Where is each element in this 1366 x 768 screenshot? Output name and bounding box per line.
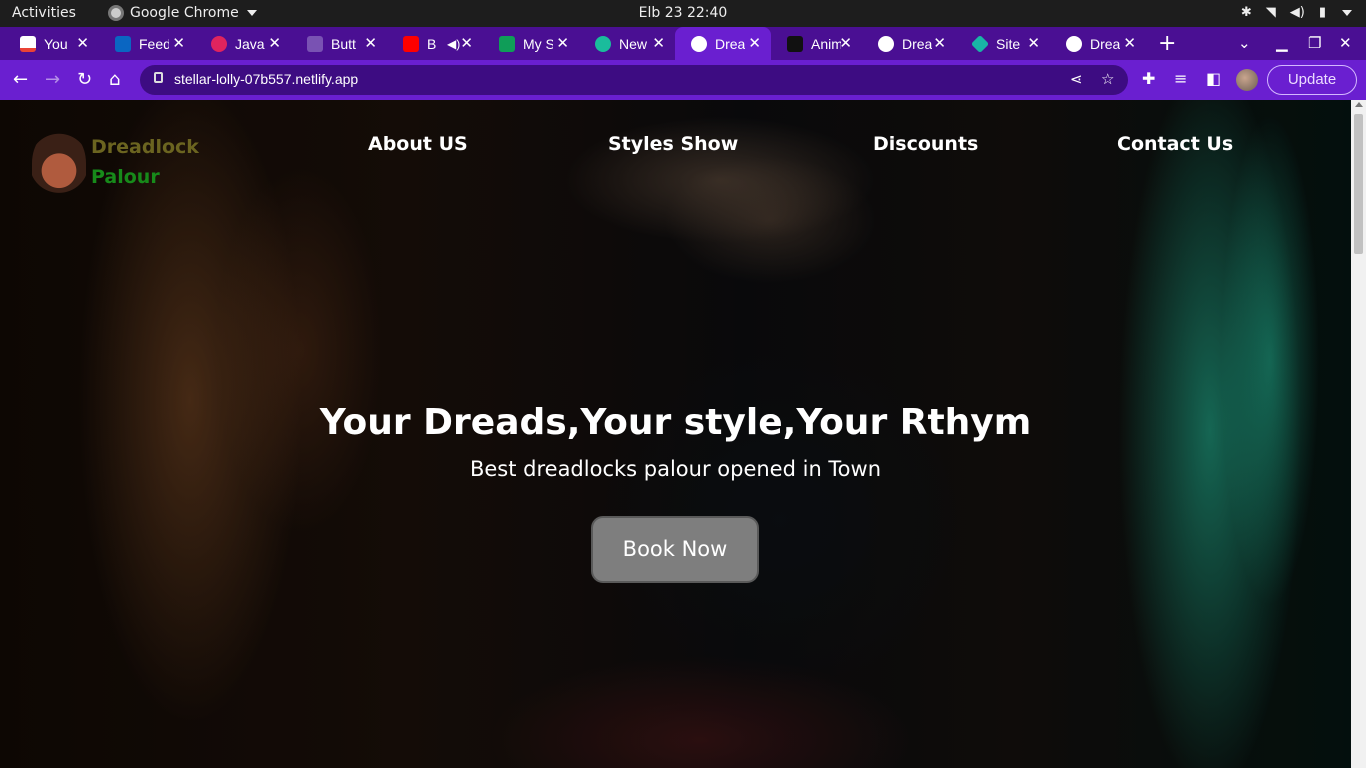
logo-image[interactable] (32, 130, 86, 204)
chevron-down-icon[interactable] (1342, 10, 1352, 16)
tab[interactable]: Java ✕ (195, 27, 291, 60)
browser-toolbar: ← → ↻ ⌂ stellar-lolly-07b557.netlify.app… (0, 60, 1366, 100)
scrollbar-thumb[interactable] (1354, 114, 1363, 254)
reading-list-icon[interactable]: ≡ (1174, 69, 1187, 88)
tab-search-icon[interactable]: ⌄ (1238, 34, 1251, 52)
tab-title: Java (235, 35, 265, 52)
bootstrap-icon (307, 35, 323, 52)
tab[interactable]: Site ✕ (956, 27, 1050, 60)
back-icon[interactable]: ← (13, 69, 28, 90)
nav-contact-us[interactable]: Contact Us (1117, 133, 1233, 155)
profile-avatar[interactable] (1236, 69, 1258, 91)
nav-styles-show[interactable]: Styles Show (608, 133, 738, 155)
globe-icon (691, 35, 707, 52)
page-scrollbar[interactable] (1351, 100, 1366, 768)
tab[interactable]: B ◀) ✕ (387, 27, 483, 60)
brand-line-2: Palour (91, 166, 160, 188)
youtube-icon (403, 35, 419, 52)
brand-name[interactable]: Dreadlock Palour (91, 132, 199, 192)
tab-title: Anim (811, 35, 841, 52)
system-tray[interactable]: ✱ ◥ ◀) ▮ (1241, 5, 1352, 21)
close-window-icon[interactable]: ✕ (1339, 34, 1352, 52)
diamond-icon (970, 34, 990, 53)
close-icon[interactable]: ✕ (556, 34, 569, 52)
maximize-icon[interactable]: ❐ (1308, 34, 1321, 52)
url-text[interactable]: stellar-lolly-07b557.netlify.app (174, 71, 358, 87)
slack-icon[interactable]: ✱ (1241, 5, 1252, 21)
reload-icon[interactable]: ↻ (77, 69, 92, 90)
close-icon[interactable]: ✕ (76, 34, 89, 52)
book-now-label: Book Now (622, 537, 728, 561)
tab-title: Drea (902, 35, 932, 52)
address-bar[interactable]: stellar-lolly-07b557.netlify.app ⋖ ☆ (140, 65, 1128, 95)
tab-title: Site (996, 35, 1021, 52)
tab[interactable]: Anim ✕ (771, 27, 862, 60)
close-icon[interactable]: ✕ (364, 34, 377, 52)
hero-subtitle: Best dreadlocks palour opened in Town (469, 457, 882, 481)
m-icon (595, 35, 611, 52)
tab-title: B (427, 35, 437, 52)
sheets-icon (499, 35, 515, 52)
nav-about-us[interactable]: About US (368, 133, 468, 155)
tab[interactable]: You ✕ (4, 27, 99, 60)
minimize-icon[interactable]: ▁ (1276, 34, 1288, 52)
update-label: Update (1287, 71, 1337, 88)
close-icon[interactable]: ✕ (748, 34, 761, 52)
hero-section: Dreadlock Palour About US Styles Show Di… (0, 100, 1351, 768)
extensions-puzzle-icon[interactable]: ✚ (1142, 69, 1155, 88)
tab-title: You (44, 35, 68, 52)
close-icon[interactable]: ✕ (1123, 34, 1136, 52)
tab-active[interactable]: Drea ✕ (675, 27, 771, 60)
close-icon[interactable]: ✕ (933, 34, 946, 52)
system-top-bar: Activities Google Chrome Elb 23 22:40 ✱ … (0, 0, 1366, 27)
tab-title: Drea (715, 35, 745, 52)
tab-title: My S (523, 35, 553, 52)
gmail-icon (20, 35, 36, 52)
globe-icon (1066, 35, 1082, 52)
home-icon[interactable]: ⌂ (109, 69, 120, 90)
video-icon (211, 35, 227, 52)
tab[interactable]: My S ✕ (483, 27, 579, 60)
tab-title: Butt (331, 35, 356, 52)
clock[interactable]: Elb 23 22:40 (0, 5, 1366, 21)
bookmark-star-icon[interactable]: ☆ (1101, 70, 1114, 88)
a-icon (787, 35, 803, 52)
close-icon[interactable]: ✕ (652, 34, 665, 52)
brand-line-1: Dreadlock (91, 136, 199, 158)
side-panel-icon[interactable]: ◧ (1206, 69, 1221, 88)
nav-discounts[interactable]: Discounts (873, 133, 978, 155)
audio-playing-icon[interactable]: ◀) (447, 37, 460, 51)
wifi-icon[interactable]: ◥ (1266, 5, 1276, 21)
battery-icon[interactable]: ▮ (1319, 5, 1326, 21)
tab-title: New (619, 35, 648, 52)
globe-icon (878, 35, 894, 52)
scroll-up-icon[interactable] (1355, 102, 1363, 107)
tab-title: Drea (1090, 35, 1120, 52)
new-tab-icon[interactable]: + (1158, 31, 1176, 56)
tab-title: Feed (139, 35, 169, 52)
tab[interactable]: Drea ✕ (1050, 27, 1146, 60)
forward-icon[interactable]: → (45, 69, 60, 90)
close-icon[interactable]: ✕ (460, 34, 473, 52)
tab[interactable]: Drea ✕ (862, 27, 956, 60)
share-icon[interactable]: ⋖ (1070, 70, 1083, 88)
close-icon[interactable]: ✕ (1027, 34, 1040, 52)
tab[interactable]: Feed ✕ (99, 27, 195, 60)
tab[interactable]: New ✕ (579, 27, 675, 60)
lock-icon[interactable] (154, 72, 163, 83)
update-button[interactable]: Update (1267, 65, 1357, 95)
linkedin-icon (115, 35, 131, 52)
tab[interactable]: Butt ✕ (291, 27, 387, 60)
close-icon[interactable]: ✕ (268, 34, 281, 52)
hero-title: Your Dreads,Your style,Your Rthym (319, 402, 1032, 443)
book-now-button[interactable]: Book Now (591, 516, 759, 583)
close-icon[interactable]: ✕ (172, 34, 185, 52)
close-icon[interactable]: ✕ (839, 34, 852, 52)
volume-icon[interactable]: ◀) (1290, 5, 1305, 21)
